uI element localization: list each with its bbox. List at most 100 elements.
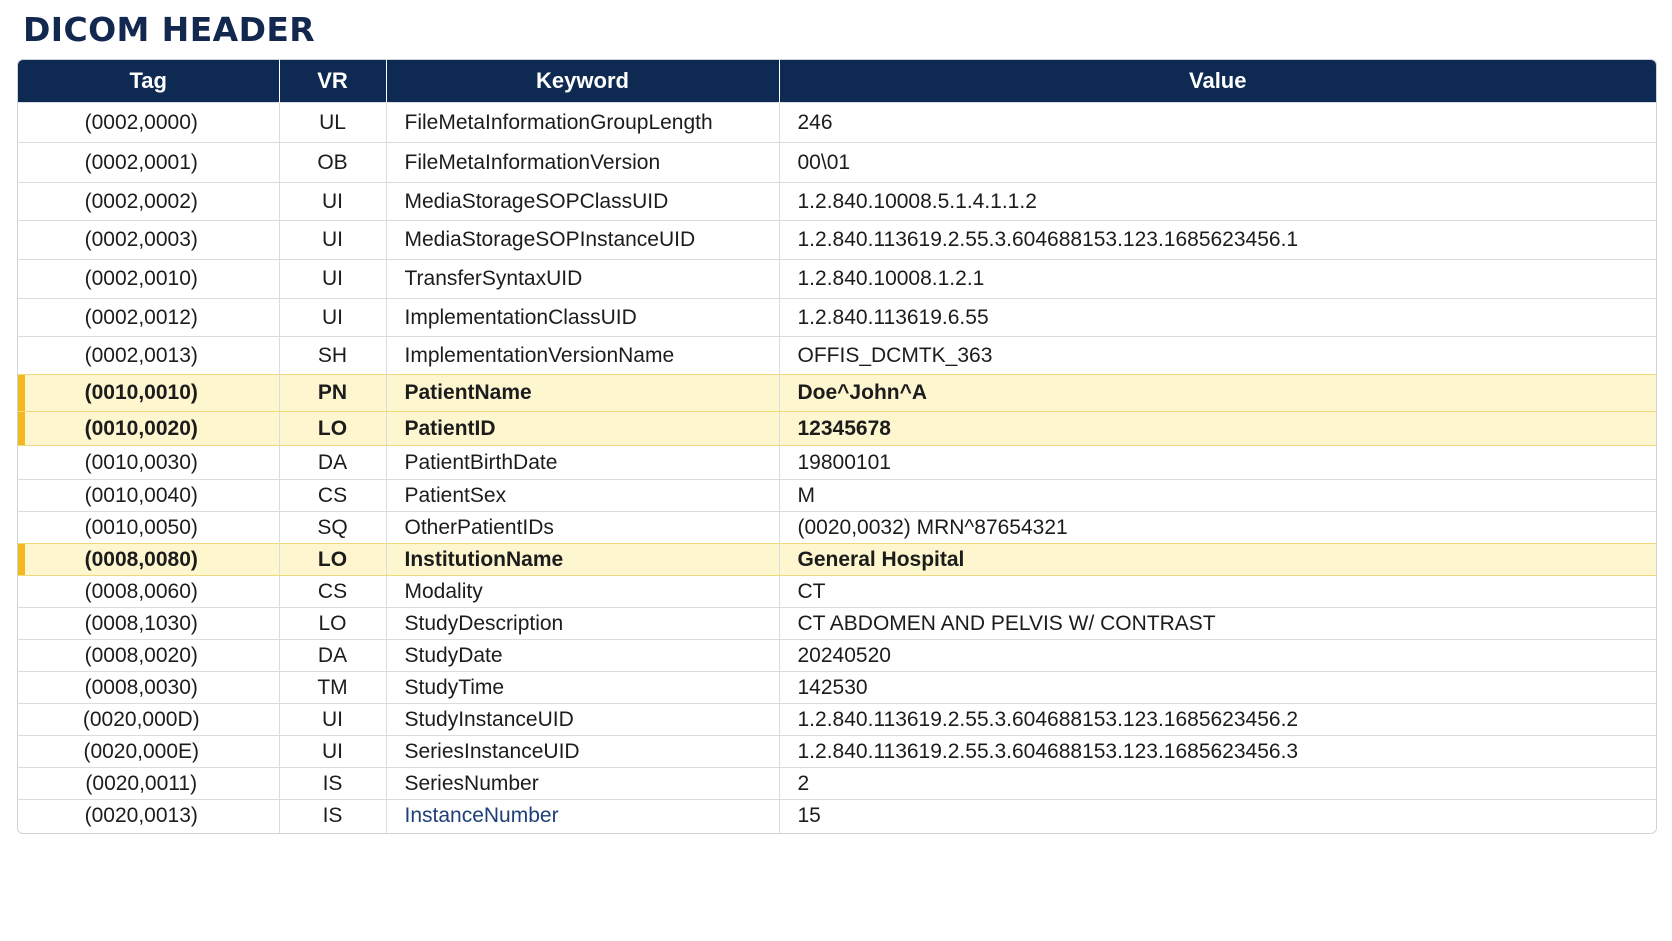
tag-cell: (0010,0030) xyxy=(18,445,280,480)
table-row[interactable]: (0020,0011) IS SeriesNumber 2 xyxy=(18,767,1656,800)
tag-cell: (0010,0050) xyxy=(18,511,280,544)
tag-cell: (0008,0030) xyxy=(18,671,280,704)
table-row[interactable]: (0020,000D) UI StudyInstanceUID 1.2.840.113… xyxy=(18,703,1656,736)
value-cell: OFFIS_DCMTK_363 xyxy=(779,336,1656,375)
table-row[interactable]: (0010,0030) DA PatientBirthDate 19800101 xyxy=(18,445,1656,480)
table-row[interactable]: (0020,0013) IS InstanceNumber 15 xyxy=(18,799,1656,833)
value-cell: Doe^John^A xyxy=(779,374,1656,412)
tag-cell: (0010,0020) xyxy=(18,411,280,446)
value-cell: 1.2.840.113619.2.55.3.604688153.123.1685… xyxy=(779,220,1656,260)
value-cell: 12345678 xyxy=(779,411,1656,446)
value-cell: 19800101 xyxy=(779,445,1656,480)
keyword-cell: StudyTime xyxy=(386,671,780,704)
table-header-row: Tag VR Keyword Value xyxy=(18,60,1656,103)
keyword-cell: ImplementationVersionName xyxy=(386,336,780,375)
vr-cell: UI xyxy=(279,259,387,299)
value-cell: CT xyxy=(779,575,1656,608)
value-cell: 1.2.840.113619.2.55.3.604688153.123.1685… xyxy=(779,735,1656,768)
tag-cell: (0002,0000) xyxy=(18,102,280,143)
value-cell: 00\01 xyxy=(779,142,1656,183)
vr-cell: UI xyxy=(279,182,387,221)
table-row[interactable]: (0010,0040) CS PatientSex M xyxy=(18,479,1656,512)
tag-cell: (0008,0020) xyxy=(18,639,280,672)
keyword-cell: InstanceNumber xyxy=(386,799,780,833)
value-cell: M xyxy=(779,479,1656,512)
vr-cell: UI xyxy=(279,735,387,768)
keyword-cell: MediaStorageSOPInstanceUID xyxy=(386,220,780,260)
vr-cell: LO xyxy=(279,543,387,576)
tag-cell: (0002,0010) xyxy=(18,259,280,299)
vr-cell: LO xyxy=(279,411,387,446)
value-cell: 1.2.840.10008.5.1.4.1.1.2 xyxy=(779,182,1656,221)
table-row[interactable]: (0020,000E) UI SeriesInstanceUID 1.2.840.11… xyxy=(18,735,1656,768)
keyword-cell: PatientBirthDate xyxy=(386,445,780,480)
value-cell: CT ABDOMEN AND PELVIS W/ CONTRAST xyxy=(779,607,1656,640)
tag-cell: (0008,0080) xyxy=(18,543,280,576)
table-row[interactable]: (0002,0002) UI MediaStorageSOPClassUID 1.2.… xyxy=(18,182,1656,221)
column-header-vr[interactable]: VR xyxy=(279,60,387,103)
vr-cell: CS xyxy=(279,479,387,512)
keyword-cell: PatientSex xyxy=(386,479,780,512)
tag-cell: (0020,000D) xyxy=(18,703,280,736)
tag-cell: (0010,0010) xyxy=(18,374,280,412)
table-row-highlighted[interactable]: (0010,0020) LO PatientID 12345678 xyxy=(18,411,1656,446)
tag-cell: (0002,0013) xyxy=(18,336,280,375)
table-row[interactable]: (0002,0000) UL FileMetaInformationGroupLen… xyxy=(18,102,1656,143)
keyword-cell: StudyDate xyxy=(386,639,780,672)
vr-cell: PN xyxy=(279,374,387,412)
keyword-cell: ImplementationClassUID xyxy=(386,298,780,337)
keyword-cell: PatientID xyxy=(386,411,780,446)
dicom-header-table: Tag VR Keyword Value (0002,0000) UL FileMe… xyxy=(17,59,1657,834)
vr-cell: SH xyxy=(279,336,387,375)
table-row[interactable]: (0002,0010) UI TransferSyntaxUID 1.2.840.10… xyxy=(18,259,1656,299)
page-title: DICOM HEADER xyxy=(23,10,316,49)
column-header-tag[interactable]: Tag xyxy=(18,60,280,103)
vr-cell: UI xyxy=(279,220,387,260)
keyword-cell: OtherPatientIDs xyxy=(386,511,780,544)
keyword-cell: TransferSyntaxUID xyxy=(386,259,780,299)
value-cell: 1.2.840.113619.2.55.3.604688153.123.1685… xyxy=(779,703,1656,736)
vr-cell: DA xyxy=(279,445,387,480)
table-row[interactable]: (0002,0012) UI ImplementationClassUID 1.2.8… xyxy=(18,298,1656,337)
vr-cell: IS xyxy=(279,799,387,833)
table-row[interactable]: (0010,0050) SQ OtherPatientIDs (0020,0032) … xyxy=(18,511,1656,544)
tag-cell: (0002,0003) xyxy=(18,220,280,260)
table-row[interactable]: (0008,0020) DA StudyDate 20240520 xyxy=(18,639,1656,672)
table-body: (0002,0000) UL FileMetaInformationGroupLen… xyxy=(18,102,1656,833)
vr-cell: UI xyxy=(279,703,387,736)
table-row[interactable]: (0008,0030) TM StudyTime 142530 xyxy=(18,671,1656,704)
table-row[interactable]: (0002,0013) SH ImplementationVersionName OF… xyxy=(18,336,1656,375)
table-row[interactable]: (0002,0003) UI MediaStorageSOPInstanceUID 1… xyxy=(18,220,1656,260)
table-row-highlighted[interactable]: (0008,0080) LO InstitutionName General Hosp… xyxy=(18,543,1656,576)
value-cell: 20240520 xyxy=(779,639,1656,672)
tag-cell: (0020,0011) xyxy=(18,767,280,800)
vr-cell: UI xyxy=(279,298,387,337)
vr-cell: SQ xyxy=(279,511,387,544)
vr-cell: UL xyxy=(279,102,387,143)
value-cell: 2 xyxy=(779,767,1656,800)
table-row[interactable]: (0008,0060) CS Modality CT xyxy=(18,575,1656,608)
value-cell: (0020,0032) MRN^87654321 xyxy=(779,511,1656,544)
keyword-cell: Modality xyxy=(386,575,780,608)
column-header-keyword[interactable]: Keyword xyxy=(386,60,780,103)
tag-cell: (0010,0040) xyxy=(18,479,280,512)
vr-cell: TM xyxy=(279,671,387,704)
column-header-value[interactable]: Value xyxy=(779,60,1656,103)
tag-cell: (0002,0002) xyxy=(18,182,280,221)
value-cell: 1.2.840.10008.1.2.1 xyxy=(779,259,1656,299)
value-cell: General Hospital xyxy=(779,543,1656,576)
table-row[interactable]: (0002,0001) OB FileMetaInformationVersion 0… xyxy=(18,142,1656,183)
vr-cell: OB xyxy=(279,142,387,183)
keyword-cell: SeriesNumber xyxy=(386,767,780,800)
table-row-highlighted[interactable]: (0010,0010) PN PatientName Doe^John^A xyxy=(18,374,1656,412)
tag-cell: (0008,1030) xyxy=(18,607,280,640)
keyword-cell: SeriesInstanceUID xyxy=(386,735,780,768)
value-cell: 142530 xyxy=(779,671,1656,704)
keyword-cell: InstitutionName xyxy=(386,543,780,576)
keyword-cell: FileMetaInformationVersion xyxy=(386,142,780,183)
table-header: Tag VR Keyword Value xyxy=(18,60,1656,103)
vr-cell: DA xyxy=(279,639,387,672)
tag-cell: (0008,0060) xyxy=(18,575,280,608)
table-row[interactable]: (0008,1030) LO StudyDescription CT ABDOMEN … xyxy=(18,607,1656,640)
tag-cell: (0002,0012) xyxy=(18,298,280,337)
